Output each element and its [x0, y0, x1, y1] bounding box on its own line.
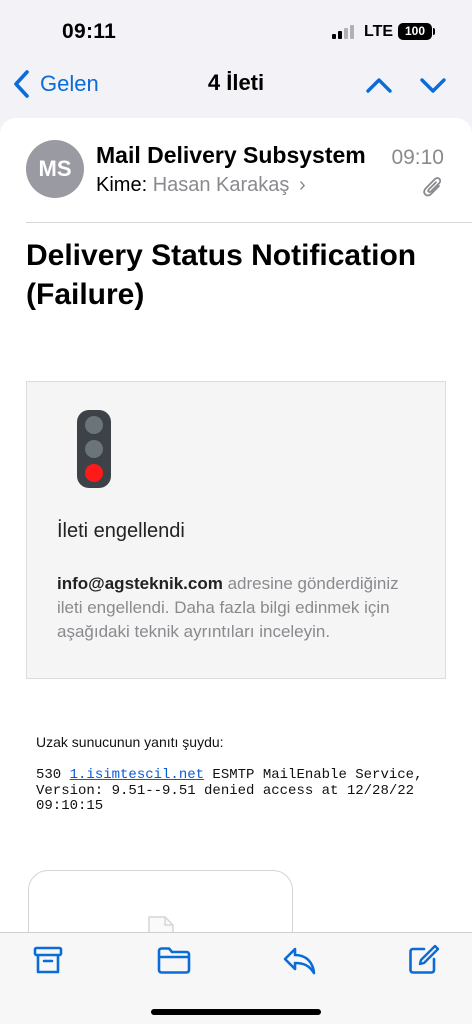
remote-server-label: Uzak sunucunun yanıtı şuydu:: [36, 734, 224, 750]
signal-icon: [332, 25, 356, 39]
smtp-line-3: 09:10:15: [36, 798, 104, 814]
nav-title: 4 İleti: [207, 70, 265, 95]
home-indicator[interactable]: [151, 1009, 321, 1015]
back-button[interactable]: Gelen: [12, 66, 99, 102]
to-label: Kime:: [96, 174, 148, 196]
nav-bar: Gelen 4 İleti: [0, 60, 472, 108]
chevron-up-icon: [366, 78, 392, 93]
notice-message: info@agsteknik.com adresine gönderdiğini…: [57, 572, 427, 644]
smtp-code: 530: [36, 767, 70, 783]
bottom-toolbar: [0, 932, 472, 1024]
folder-icon: [157, 947, 191, 974]
back-label: Gelen: [40, 71, 99, 96]
chevron-down-icon: [420, 78, 446, 93]
header-divider: [26, 222, 472, 223]
server-link[interactable]: 1.isimtescil.net: [70, 767, 204, 783]
recipient-address: info@agsteknik.com: [57, 574, 223, 593]
recipient-name: Hasan Karakaş: [152, 174, 290, 196]
battery-icon: 100: [398, 23, 435, 40]
reply-icon: [283, 947, 316, 975]
chevron-left-icon: [14, 70, 29, 98]
delivery-notice-box: İleti engellendi info@agsteknik.com adre…: [26, 381, 446, 679]
message-card: MS Mail Delivery Subsystem 09:10 Kime: H…: [0, 118, 472, 938]
recipient-row[interactable]: Kime: Hasan Karakaş ›: [96, 174, 306, 197]
avatar: MS: [26, 140, 84, 198]
status-bar: 09:11 LTE 100: [0, 0, 472, 60]
archive-icon: [33, 946, 63, 974]
paperclip-icon: [423, 177, 442, 197]
reply-button[interactable]: [281, 943, 317, 977]
traffic-light-icon: [77, 410, 111, 488]
compose-icon: [409, 944, 440, 974]
attachment-card[interactable]: [28, 870, 293, 938]
smtp-line-2: Version: 9.51--9.51 denied access at 12/…: [36, 782, 415, 799]
move-to-folder-button[interactable]: [156, 943, 192, 977]
chevron-right-icon: ›: [299, 174, 306, 196]
compose-button[interactable]: [406, 943, 442, 977]
message-time: 09:10: [391, 146, 444, 169]
next-message-button[interactable]: [416, 68, 450, 102]
status-time: 09:11: [62, 20, 117, 43]
sender-name[interactable]: Mail Delivery Subsystem: [96, 142, 372, 169]
smtp-response: 530 1.isimtescil.net ESMTP MailEnable Se…: [36, 767, 446, 815]
smtp-line-1: ESMTP MailEnable Service,: [204, 767, 423, 783]
previous-message-button[interactable]: [362, 68, 396, 102]
notice-title: İleti engellendi: [57, 520, 185, 542]
network-type: LTE: [364, 23, 394, 40]
archive-button[interactable]: [30, 943, 66, 977]
email-subject: Delivery Status Notification (Failure): [26, 239, 417, 311]
